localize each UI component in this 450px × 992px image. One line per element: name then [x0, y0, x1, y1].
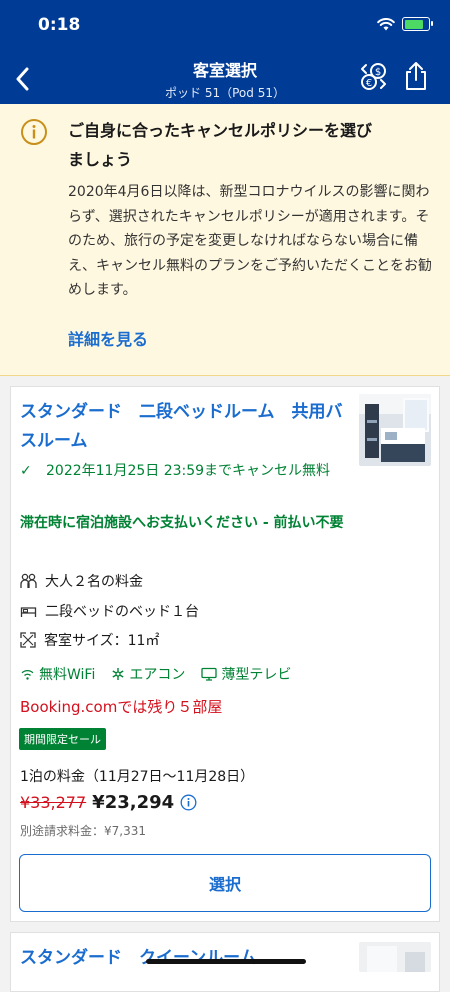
select-room-button[interactable]: 選択	[19, 854, 431, 912]
share-icon	[406, 62, 426, 90]
amenity-label: エアコン	[129, 667, 186, 683]
svg-text:$: $	[375, 67, 381, 78]
guests-icon	[20, 573, 37, 588]
svg-text:€: €	[366, 78, 372, 89]
rooms-left: Booking.comでは残り５部屋	[20, 698, 223, 716]
price-period: 1泊の料金（11月27日〜11月28日）	[20, 769, 255, 785]
tv-icon	[201, 667, 218, 681]
amenity-label: 薄型テレビ	[221, 667, 292, 683]
original-price: ¥33,277	[20, 793, 87, 812]
guests-row: 大人２名の料金	[20, 571, 143, 591]
home-indicator[interactable]	[146, 959, 306, 964]
size-row: 客室サイズ：11㎡	[20, 630, 159, 650]
status-icons	[377, 17, 433, 31]
amenity-tv: 薄型テレビ	[201, 664, 291, 684]
room-size-icon	[20, 632, 36, 648]
battery-icon	[402, 17, 433, 31]
sale-badge: 期間限定セール	[19, 728, 106, 750]
price-row: ¥33,277 ¥23,294	[20, 792, 197, 813]
amenity-ac: エアコン	[111, 664, 185, 684]
room-photo-2[interactable]	[359, 942, 431, 972]
room-photo[interactable]	[359, 394, 431, 466]
payment-info: 滞在時に宿泊施設へお支払いください - 前払い不要	[20, 515, 344, 531]
share-button[interactable]	[400, 60, 432, 92]
current-price: ¥23,294	[92, 792, 175, 813]
wifi-icon	[21, 669, 34, 680]
room-title[interactable]: スタンダード 二段ベッドルーム 共用バスルーム	[20, 398, 350, 456]
guests-text: 大人２名の料金	[45, 574, 143, 590]
notice-title: ご自身に合ったキャンセルポリシーを選びましょう	[68, 121, 373, 169]
app-header: 0:18 客室選択 ポッド 51（Pod 51） $ €	[0, 0, 450, 104]
see-details-link[interactable]: 詳細を見る	[68, 326, 148, 350]
price-info-icon[interactable]	[180, 794, 197, 811]
wifi-icon	[377, 17, 395, 30]
amenity-label: 無料WiFi	[39, 667, 96, 683]
extra-charge: 別途請求料金：¥7,331	[20, 824, 146, 838]
check-icon: ✓	[20, 463, 32, 479]
amenities-row: 無料WiFi エアコン 薄型テレビ	[20, 664, 307, 684]
snowflake-icon	[112, 668, 124, 680]
notice-body: 2020年4月6日以降は、新型コロナウイルスの影響に関わらず、選択されたキャンセ…	[68, 184, 432, 298]
status-time: 0:18	[38, 15, 81, 35]
amenity-wifi: 無料WiFi	[20, 664, 95, 684]
cancellation-text: 2022年11月25日 23:59までキャンセル無料	[46, 463, 331, 479]
bed-text: 二段ベッドのベッド１台	[45, 604, 199, 620]
currency-button[interactable]: $ €	[358, 60, 390, 92]
bed-row: 二段ベッドのベッド１台	[20, 601, 199, 621]
info-icon	[21, 119, 47, 145]
bed-icon	[20, 607, 37, 617]
room-title-2[interactable]: スタンダード クイーンルーム	[20, 943, 257, 968]
free-cancellation: ✓ 2022年11月25日 23:59までキャンセル無料	[20, 459, 360, 483]
currency-exchange-icon: $ €	[361, 63, 386, 90]
size-text: 客室サイズ：11㎡	[44, 633, 160, 649]
